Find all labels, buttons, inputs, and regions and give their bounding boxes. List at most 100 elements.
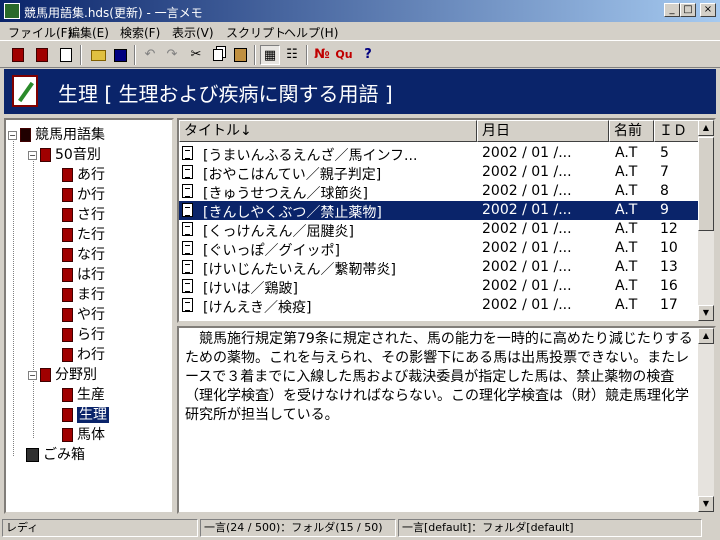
help-icon[interactable]: ? — [358, 45, 378, 65]
edit-note-icon[interactable] — [56, 45, 76, 65]
number-icon[interactable]: № — [312, 45, 332, 65]
menu-file[interactable]: ファイル(F) — [8, 24, 72, 41]
cell-name: A.T — [615, 145, 638, 161]
menu-edit[interactable]: 編集(E) — [68, 24, 109, 41]
column-date[interactable]: 月日 — [477, 120, 609, 142]
memo-list[interactable]: タイトル↓ 月日 名前 ＩＤ [うまいんふるえんざ／馬インフ... 2002 / … — [177, 118, 716, 323]
document-icon — [182, 279, 193, 293]
cell-title: [けいは／鶏跛] — [203, 281, 298, 297]
column-id[interactable]: ＩＤ — [654, 120, 700, 142]
menu-script[interactable]: スクリプト — [226, 24, 286, 41]
table-row[interactable]: [けいは／鶏跛] 2002 / 01 /... A.T 16 — [179, 277, 700, 297]
scroll-up-button[interactable]: ▲ — [698, 328, 714, 344]
document-icon — [182, 241, 193, 255]
tree-trash[interactable]: ごみ箱 — [26, 444, 85, 464]
table-row[interactable]: [けんえき／検疫] 2002 / 01 /... A.T 17 — [179, 296, 700, 316]
book-icon — [62, 388, 73, 402]
folder-tree[interactable]: − 競馬用語集 −50音別 あ行 か行 さ行 た行 な行 は行 ま行 や行 ら行 … — [4, 118, 174, 514]
document-icon — [182, 222, 193, 236]
table-row[interactable]: [ぐいっぽ／グイッポ] 2002 / 01 /... A.T 10 — [179, 239, 700, 259]
minimize-button[interactable]: _ — [664, 3, 680, 17]
tree-group-field[interactable]: − 分野別 — [28, 364, 97, 384]
menu-bar: ファイル(F) 編集(E) 検索(F) 表示(V) スクリプト ヘルプ(H) — [0, 22, 720, 40]
open-folder-icon[interactable] — [88, 45, 108, 65]
view-grid-icon[interactable]: ▦ — [260, 45, 280, 65]
table-row[interactable]: [けいじんたいえん／繋靭帯炎] 2002 / 01 /... A.T 13 — [179, 258, 700, 278]
content-scrollbar[interactable]: ▲ ▼ — [698, 328, 714, 512]
tree-item[interactable]: わ行 — [62, 344, 105, 364]
scroll-thumb[interactable] — [698, 137, 714, 231]
menu-help[interactable]: ヘルプ(H) — [284, 24, 338, 41]
cell-date: 2002 / 01 /... — [482, 240, 572, 256]
cut-icon[interactable]: ✂ — [186, 45, 206, 65]
cell-name: A.T — [615, 278, 638, 294]
menu-search[interactable]: 検索(F) — [120, 24, 160, 41]
table-row[interactable]: [きゅうせつえん／球節炎] 2002 / 01 /... A.T 8 — [179, 182, 700, 202]
collapse-toggle[interactable]: − — [28, 150, 37, 160]
note-icon — [12, 75, 38, 107]
toolbar-separator — [134, 45, 136, 65]
book-icon — [62, 288, 73, 302]
tree-item[interactable]: 生産 — [62, 384, 105, 404]
table-row[interactable]: [うまいんふるえんざ／馬インフ... 2002 / 01 /... A.T 5 — [179, 144, 700, 164]
cell-name: A.T — [615, 183, 638, 199]
cell-id: 17 — [660, 297, 678, 313]
title-bar[interactable]: 競馬用語集.hds(更新) - 一言メモ _ □ × — [0, 0, 720, 22]
table-row-selected[interactable]: [きんしやくぶつ／禁止薬物] 2002 / 01 /... A.T 9 — [179, 201, 700, 221]
tree-line — [13, 134, 14, 456]
tree-item[interactable]: や行 — [62, 304, 105, 324]
collapse-toggle[interactable]: − — [8, 130, 17, 140]
app-icon[interactable] — [4, 3, 20, 19]
book-icon — [62, 328, 73, 342]
collapse-toggle[interactable]: − — [28, 370, 37, 380]
cell-id: 9 — [660, 202, 669, 218]
save-icon[interactable] — [110, 45, 130, 65]
status-bar: レディ 一言(24 / 500)：フォルダ(15 / 50) 一言[defaul… — [0, 517, 720, 540]
tree-item[interactable]: さ行 — [62, 204, 105, 224]
table-row[interactable]: [おやこはんてい／親子判定] 2002 / 01 /... A.T 7 — [179, 163, 700, 183]
column-name[interactable]: 名前 — [609, 120, 654, 142]
book-icon — [62, 428, 73, 442]
redo-icon[interactable]: ↷ — [162, 45, 182, 65]
cell-title: [きゅうせつえん／球節炎] — [203, 186, 368, 202]
tree-item[interactable]: ら行 — [62, 324, 105, 344]
scroll-up-button[interactable]: ▲ — [698, 120, 714, 136]
close-button[interactable]: × — [700, 3, 716, 17]
memo-content[interactable]: 競馬施行規定第79条に規定された、馬の能力を一時的に高めたり減じたりするための薬… — [177, 326, 716, 514]
scroll-down-button[interactable]: ▼ — [698, 496, 714, 512]
toolbar: ↶ ↷ ✂ ▦ ☷ № Qu ? — [0, 40, 720, 68]
edit-book-icon[interactable] — [32, 45, 52, 65]
paste-icon[interactable] — [230, 45, 250, 65]
tree-root[interactable]: − 競馬用語集 — [8, 124, 105, 144]
menu-view[interactable]: 表示(V) — [172, 24, 214, 41]
tree-group-50on[interactable]: − 50音別 — [28, 144, 101, 164]
tree-item[interactable]: あ行 — [62, 164, 105, 184]
cell-title: [ぐいっぽ／グイッポ] — [203, 243, 340, 259]
table-row[interactable]: [くっけんえん／屈腱炎] 2002 / 01 /... A.T 12 — [179, 220, 700, 240]
column-title[interactable]: タイトル↓ — [179, 120, 477, 142]
new-book-icon[interactable] — [8, 45, 28, 65]
view-list-icon[interactable]: ☷ — [282, 45, 302, 65]
tree-item[interactable]: か行 — [62, 184, 105, 204]
tree-item[interactable]: な行 — [62, 244, 105, 264]
cell-title: [けんえき／検疫] — [203, 300, 312, 316]
book-edit-icon — [62, 408, 73, 422]
book-icon — [62, 188, 73, 202]
book-icon — [62, 168, 73, 182]
cell-title: [きんしやくぶつ／禁止薬物] — [203, 205, 382, 221]
tree-item[interactable]: ま行 — [62, 284, 105, 304]
tree-item-selected[interactable]: 生理 — [62, 404, 109, 424]
tree-item[interactable]: は行 — [62, 264, 105, 284]
book-icon — [62, 308, 73, 322]
tree-item[interactable]: た行 — [62, 224, 105, 244]
undo-icon[interactable]: ↶ — [140, 45, 160, 65]
list-scrollbar[interactable]: ▲ ▼ — [698, 120, 714, 321]
toolbar-separator — [254, 45, 256, 65]
scroll-down-button[interactable]: ▼ — [698, 305, 714, 321]
copy-icon[interactable] — [208, 45, 228, 65]
maximize-button[interactable]: □ — [680, 3, 696, 17]
tree-item[interactable]: 馬体 — [62, 424, 105, 444]
trash-icon — [26, 448, 39, 462]
query-icon[interactable]: Qu — [334, 45, 354, 65]
memo-text[interactable]: 競馬施行規定第79条に規定された、馬の能力を一時的に高めたり減じたりするための薬… — [185, 330, 695, 425]
